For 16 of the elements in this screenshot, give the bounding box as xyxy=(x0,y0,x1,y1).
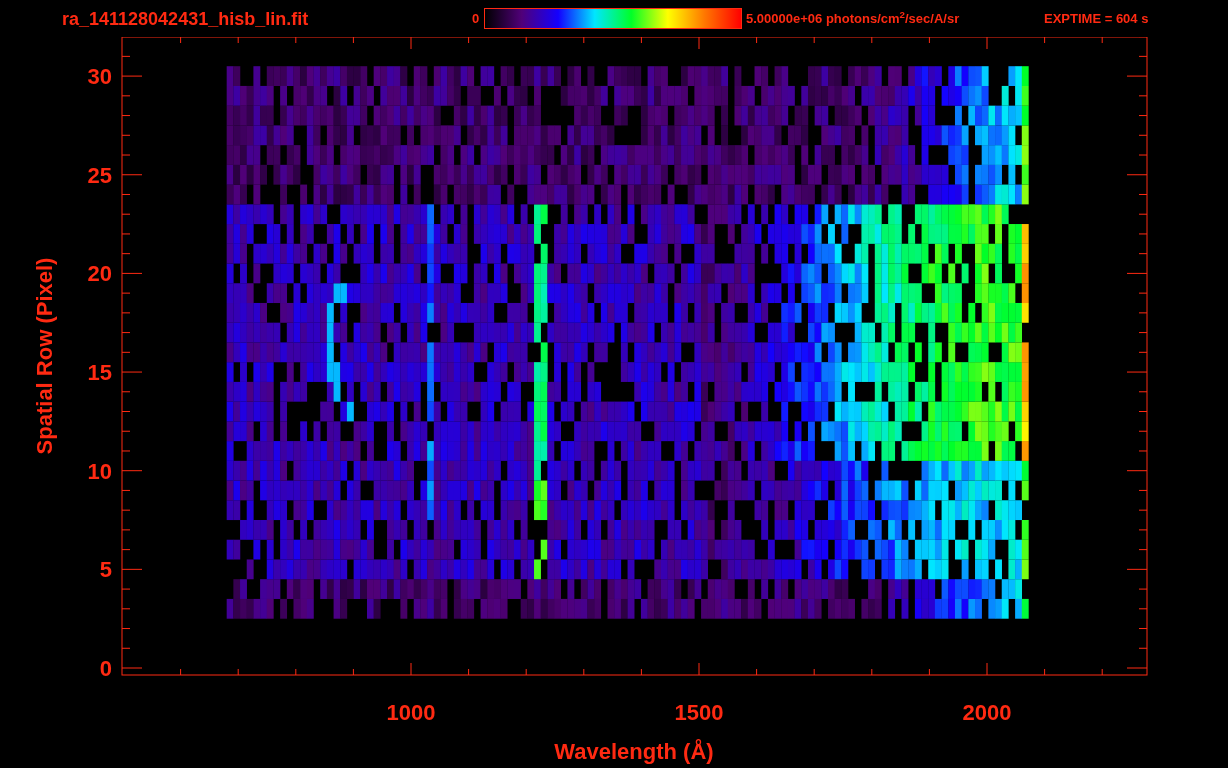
colorbar-min-label: 0 xyxy=(472,12,481,25)
x-axis-label: Wavelength (Å) xyxy=(554,739,714,764)
tick-label: 25 xyxy=(87,162,112,188)
tick-label: 2000 xyxy=(962,700,1012,725)
tick-label: 0 xyxy=(99,656,112,681)
y-axis-label: Spatial Row (Pixel) xyxy=(32,257,57,455)
tick-label: 1000 xyxy=(386,700,436,725)
tick-label: 5 xyxy=(99,557,112,583)
tick-label: 30 xyxy=(87,64,112,90)
tick-label: 10 xyxy=(87,458,112,484)
exposure-time: EXPTIME = 604 s xyxy=(1044,12,1149,25)
tick-label: 1500 xyxy=(674,700,724,725)
colorbar-max-label: 5.00000e+06 photons/cm$^{2}$/sec/A/sr xyxy=(746,12,961,25)
tick-label: 20 xyxy=(87,261,112,287)
plot-title: ra_141128042431_hisb_lin.fit xyxy=(62,9,310,28)
tick-label: 15 xyxy=(87,360,112,386)
